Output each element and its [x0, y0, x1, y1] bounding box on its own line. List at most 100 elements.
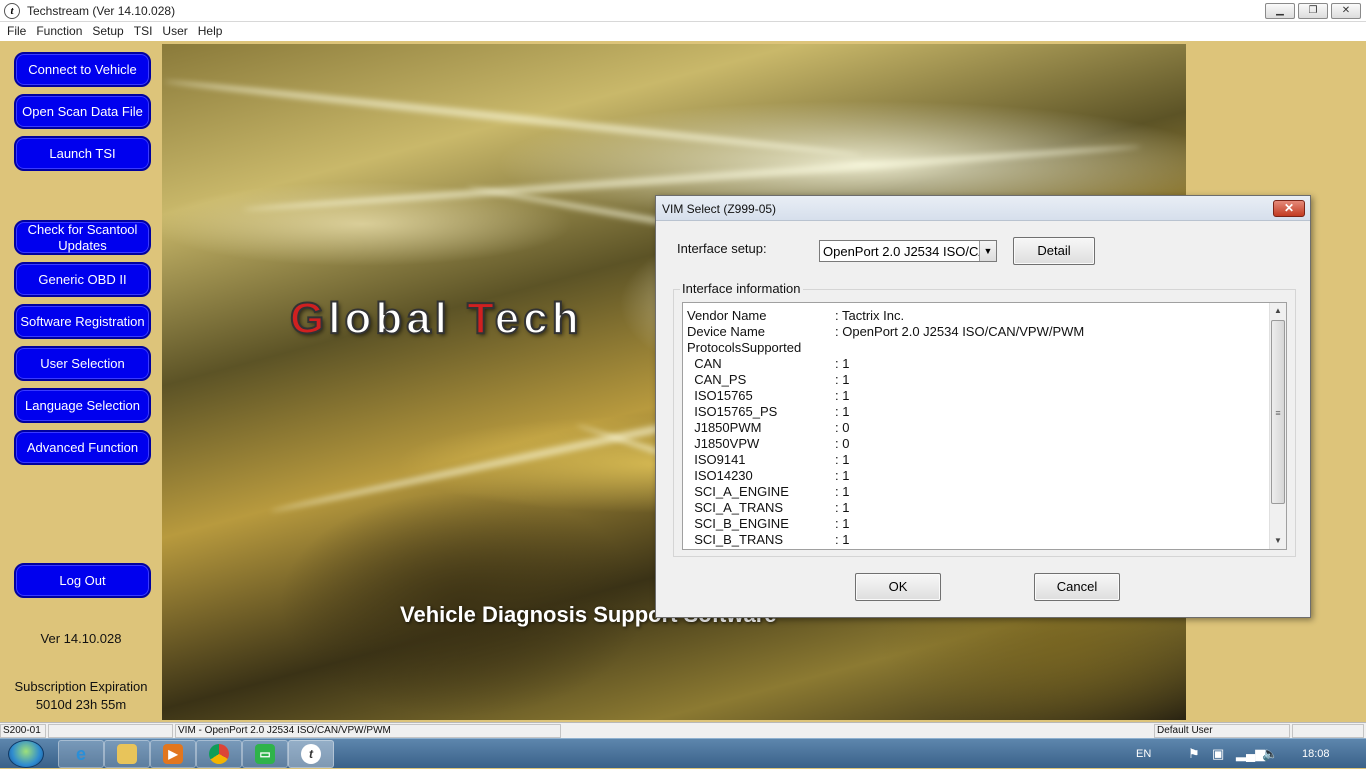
volume-icon[interactable]: 🔈 [1262, 739, 1278, 769]
info-key: Device Name [687, 324, 766, 339]
info-value: : 1 [835, 356, 850, 371]
chat-icon: ▭ [255, 744, 275, 764]
taskbar-chrome[interactable] [196, 740, 242, 768]
ok-button[interactable]: OK [855, 573, 941, 601]
info-key: SCI_A_TRANS [687, 500, 784, 515]
global-techstream-logo: Global Tech [289, 293, 583, 344]
minimize-button[interactable]: ▁ [1265, 3, 1295, 19]
vertical-scrollbar[interactable]: ▲ ≡ ▼ [1269, 303, 1286, 549]
internet-explorer-icon: e [75, 744, 86, 764]
scroll-thumb[interactable]: ≡ [1271, 320, 1285, 504]
explorer-folder-icon [117, 744, 137, 764]
info-key: ISO15765 [687, 388, 753, 403]
sidebar: Connect to Vehicle Open Scan Data File L… [0, 41, 162, 720]
language-indicator[interactable]: EN [1136, 739, 1151, 769]
user-selection-button[interactable]: User Selection [14, 346, 151, 381]
light-streak [163, 77, 861, 159]
info-value: : 1 [835, 404, 850, 419]
maximize-button[interactable]: ❐ [1298, 3, 1328, 19]
taskbar-media-player[interactable]: ▶ [150, 740, 196, 768]
dialog-close-button[interactable]: ✕ [1273, 200, 1305, 217]
log-out-button[interactable]: Log Out [14, 563, 151, 598]
info-value: : 1 [835, 452, 850, 467]
info-value: : 1 [835, 372, 850, 387]
logo-letter-t: T [466, 293, 495, 344]
subscription-value: 5010d 23h 55m [35, 697, 127, 712]
menu-tsi[interactable]: TSI [129, 22, 158, 41]
info-value: : 0 [835, 436, 850, 451]
open-scan-data-file-button[interactable]: Open Scan Data File [14, 94, 151, 129]
chrome-icon [209, 744, 229, 764]
info-key: SCI_A_ENGINE [687, 484, 789, 499]
status-empty [1292, 724, 1364, 738]
info-value: : 1 [835, 516, 850, 531]
detail-button[interactable]: Detail [1013, 237, 1095, 265]
status-empty [48, 724, 173, 738]
taskbar-chat[interactable]: ▭ [242, 740, 288, 768]
interface-setup-label: Interface setup: [677, 241, 767, 256]
connect-to-vehicle-button[interactable]: Connect to Vehicle [14, 52, 151, 87]
version-label: Ver 14.10.028 [40, 631, 122, 646]
info-value: : 1 [835, 500, 850, 515]
launch-tsi-button[interactable]: Launch TSI [14, 136, 151, 171]
techstream-icon: t [301, 744, 321, 764]
menu-user[interactable]: User [157, 22, 192, 41]
info-value: : 1 [835, 532, 850, 547]
menu-help[interactable]: Help [193, 22, 228, 41]
techstream-app-icon: t [4, 3, 20, 19]
software-registration-button[interactable]: Software Registration [14, 304, 151, 339]
dropdown-arrow-icon[interactable]: ▼ [979, 241, 996, 261]
window-title-bar: t Techstream (Ver 14.10.028) ▁ ❐ ✕ [0, 0, 1366, 22]
start-button[interactable] [8, 740, 44, 768]
info-key: ISO14230 [687, 468, 753, 483]
info-key: CAN [687, 356, 722, 371]
scroll-up-icon[interactable]: ▲ [1270, 303, 1286, 319]
menu-bar: File Function Setup TSI User Help [0, 22, 1366, 41]
menu-file[interactable]: File [2, 22, 31, 41]
info-value: : 1 [835, 468, 850, 483]
network-adapter-icon[interactable]: ▣ [1212, 739, 1224, 769]
info-key: ISO15765_PS [687, 404, 778, 419]
info-key: SCI_B_ENGINE [687, 516, 789, 531]
taskbar: e ▶ ▭ t EN ⚑ ▣ ▂▄▆ 🔈 18:08 [0, 738, 1366, 768]
taskbar-explorer[interactable] [104, 740, 150, 768]
advanced-function-button[interactable]: Advanced Function [14, 430, 151, 465]
window-controls: ▁ ❐ ✕ [1265, 3, 1361, 19]
info-value: : 1 [835, 388, 850, 403]
dialog-title: VIM Select (Z999-05) [662, 202, 777, 216]
info-key: SCI_B_TRANS [687, 532, 784, 547]
status-code: S200-01 [0, 724, 46, 738]
dialog-title-bar: VIM Select (Z999-05) ✕ [656, 196, 1310, 221]
info-key: J1850PWM [687, 420, 762, 435]
info-value: : 0 [835, 420, 850, 435]
media-player-icon: ▶ [163, 744, 183, 764]
info-key: ISO9141 [687, 452, 746, 467]
status-user: Default User [1154, 724, 1290, 738]
clock[interactable]: 18:08 [1302, 739, 1330, 769]
info-value: : 1 [835, 484, 850, 499]
info-key: ProtocolsSupported [687, 340, 802, 355]
taskbar-internet-explorer[interactable]: e [58, 740, 104, 768]
taskbar-techstream[interactable]: t [288, 740, 334, 768]
check-scantool-updates-button[interactable]: Check for Scantool Updates [14, 220, 151, 255]
info-value: : Tactrix Inc. [835, 308, 905, 323]
cancel-button[interactable]: Cancel [1034, 573, 1120, 601]
generic-obd-ii-button[interactable]: Generic OBD II [14, 262, 151, 297]
info-key: Vendor Name [687, 308, 767, 323]
scroll-down-icon[interactable]: ▼ [1270, 533, 1286, 549]
window-title: Techstream (Ver 14.10.028) [27, 4, 176, 18]
logo-text-part: ech [494, 293, 583, 344]
interface-setup-dropdown[interactable]: OpenPort 2.0 J2534 ISO/CAN/VPW/PWM ▼ [819, 240, 997, 262]
logo-letter-g: G [289, 293, 329, 344]
interface-information-list: Vendor Name: Tactrix Inc. Device Name: Op… [682, 302, 1287, 550]
logo-text-part: lobal [327, 293, 468, 344]
menu-function[interactable]: Function [31, 22, 87, 41]
menu-setup[interactable]: Setup [87, 22, 128, 41]
subscription-label: Subscription Expiration [14, 679, 148, 694]
flag-icon[interactable]: ⚑ [1188, 739, 1200, 769]
vim-select-dialog: VIM Select (Z999-05) ✕ Interface setup: … [655, 195, 1311, 618]
language-selection-button[interactable]: Language Selection [14, 388, 151, 423]
close-window-button[interactable]: ✕ [1331, 3, 1361, 19]
status-bar: S200-01 VIM - OpenPort 2.0 J2534 ISO/CAN… [0, 722, 1366, 738]
signal-icon[interactable]: ▂▄▆ [1236, 739, 1265, 769]
